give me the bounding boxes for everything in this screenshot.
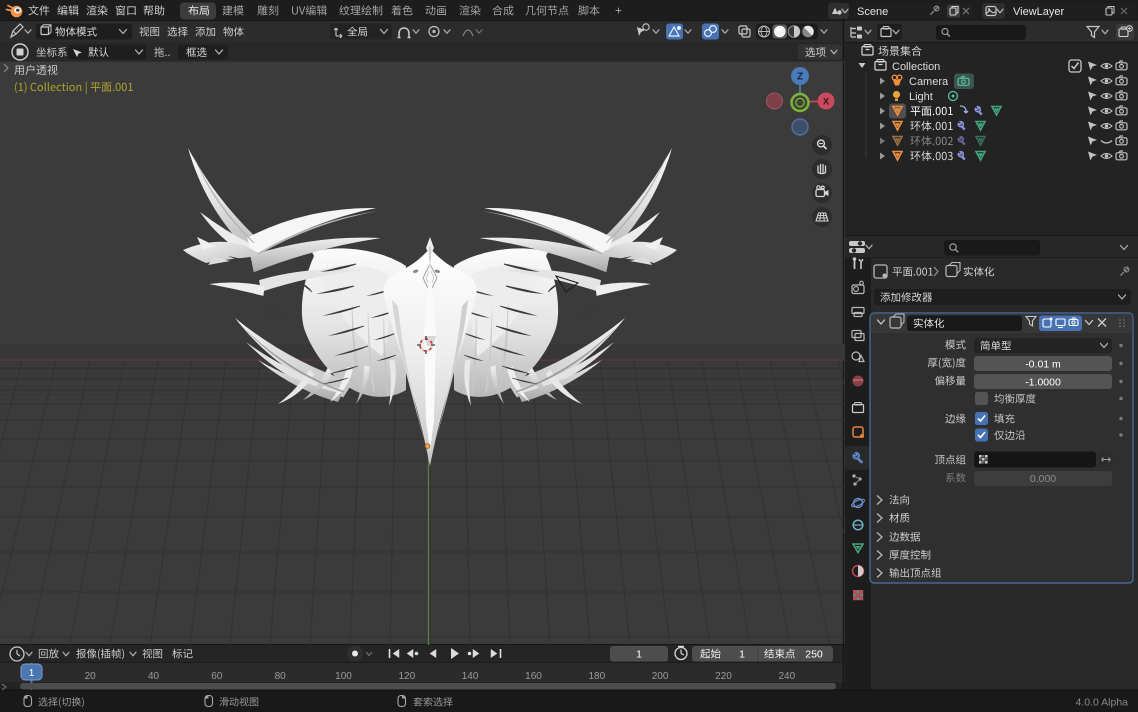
svg-text:60: 60	[211, 671, 223, 682]
svg-text:Z: Z	[797, 72, 803, 83]
svg-text:X: X	[823, 97, 830, 108]
svg-text:160: 160	[525, 671, 542, 682]
svg-text:Light: Light	[909, 91, 933, 103]
svg-text:Collection: Collection	[892, 61, 940, 73]
svg-text:-0.01 m: -0.01 m	[1025, 359, 1061, 371]
svg-text:180: 180	[588, 671, 605, 682]
svg-text:1: 1	[739, 649, 745, 661]
svg-text:250: 250	[805, 649, 823, 661]
svg-text:140: 140	[462, 671, 479, 682]
svg-text:Camera: Camera	[909, 76, 949, 88]
svg-text:100: 100	[335, 671, 352, 682]
svg-text:120: 120	[398, 671, 415, 682]
svg-text:240: 240	[778, 671, 795, 682]
svg-text:1: 1	[29, 668, 35, 679]
svg-text:80: 80	[275, 671, 287, 682]
svg-text:Scene: Scene	[857, 6, 888, 18]
svg-text:200: 200	[652, 671, 669, 682]
svg-text:+: +	[615, 4, 622, 18]
svg-text:ViewLayer: ViewLayer	[1013, 6, 1064, 18]
svg-text:40: 40	[148, 671, 160, 682]
svg-text:220: 220	[715, 671, 732, 682]
svg-text:4.0.0 Alpha: 4.0.0 Alpha	[1075, 697, 1128, 709]
svg-text:-1.0000: -1.0000	[1025, 377, 1061, 389]
svg-text:1: 1	[636, 649, 642, 661]
svg-text:0.000: 0.000	[1030, 473, 1056, 485]
svg-text:20: 20	[85, 671, 97, 682]
